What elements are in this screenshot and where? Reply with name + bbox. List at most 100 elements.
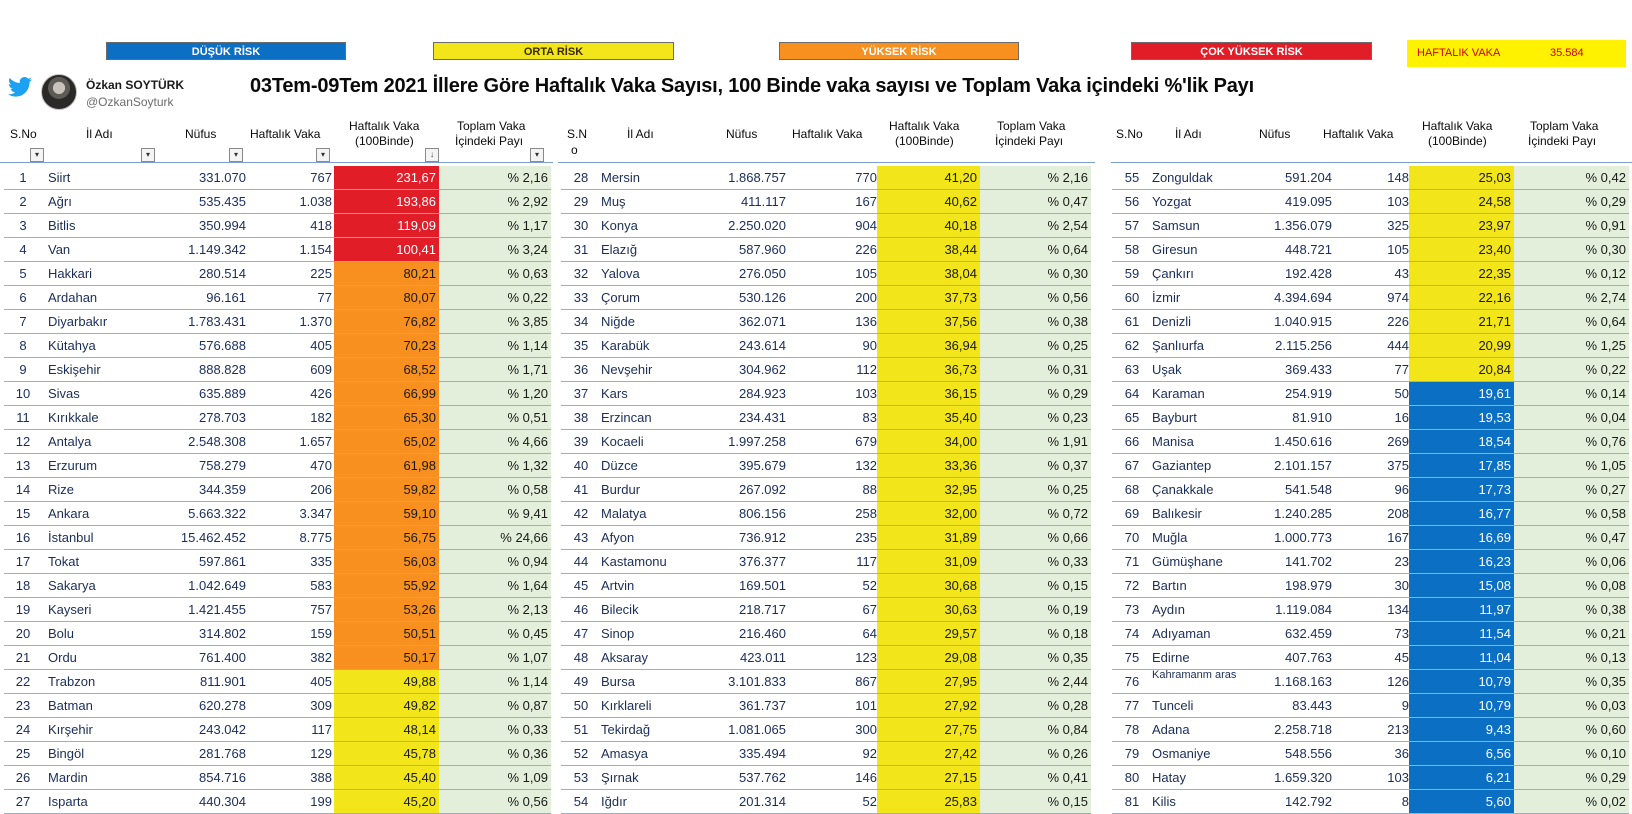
table-row[interactable]: 71 Gümüşhane 141.702 23 16,23% 0,06 <box>1112 550 1629 574</box>
filter-dropdown-icon[interactable]: ▾ <box>229 148 243 162</box>
table-row[interactable]: 21 Ordu 761.400 382 50,17% 1,07 <box>4 646 551 670</box>
table-row[interactable]: 16 İstanbul 15.462.452 8.775 56,75% 24,66 <box>4 526 551 550</box>
table-row[interactable]: 25 Bingöl 281.768 129 45,78% 0,36 <box>4 742 551 766</box>
table-row[interactable]: 26 Mardin 854.716 388 45,40% 1,09 <box>4 766 551 790</box>
table-row[interactable]: 74 Adıyaman 632.459 73 11,54% 0,21 <box>1112 622 1629 646</box>
province-name: Van <box>48 242 71 257</box>
table-row[interactable]: 35 Karabük 243.614 90 36,94% 0,25 <box>561 334 1091 358</box>
table-row[interactable]: 31 Elazığ 587.960 226 38,44% 0,64 <box>561 238 1091 262</box>
table-row[interactable]: 52 Amasya 335.494 92 27,42% 0,26 <box>561 742 1091 766</box>
table-row[interactable]: 6 Ardahan 96.161 77 80,07% 0,22 <box>4 286 551 310</box>
table-row[interactable]: 51 Tekirdağ 1.081.065 300 27,75% 0,84 <box>561 718 1091 742</box>
table-row[interactable]: 65 Bayburt 81.910 16 19,53% 0,04 <box>1112 406 1629 430</box>
table-row[interactable]: 1 Siirt 331.070 767 231,67% 2,16 <box>4 166 551 190</box>
table-row[interactable]: 29 Muş 411.117 167 40,62% 0,47 <box>561 190 1091 214</box>
table-row[interactable]: 40 Düzce 395.679 132 33,36% 0,37 <box>561 454 1091 478</box>
table-row[interactable]: 5 Hakkari 280.514 225 80,21% 0,63 <box>4 262 551 286</box>
table-row[interactable]: 14 Rize 344.359 206 59,82% 0,58 <box>4 478 551 502</box>
row-number: 15 <box>15 506 31 521</box>
table-row[interactable]: 27 Isparta 440.304 199 45,20% 0,56 <box>4 790 551 814</box>
table-row[interactable]: 8 Kütahya 576.688 405 70,23% 1,14 <box>4 334 551 358</box>
table-row[interactable]: 53 Şırnak 537.762 146 27,15% 0,41 <box>561 766 1091 790</box>
table-row[interactable]: 13 Erzurum 758.279 470 61,98% 1,32 <box>4 454 551 478</box>
table-row[interactable]: 57 Samsun 1.356.079 325 23,97% 0,91 <box>1112 214 1629 238</box>
table-row[interactable]: 72 Bartın 198.979 30 15,08% 0,08 <box>1112 574 1629 598</box>
table-row[interactable]: 38 Erzincan 234.431 83 35,40% 0,23 <box>561 406 1091 430</box>
filter-dropdown-icon[interactable]: ▾ <box>530 148 544 162</box>
table-row[interactable]: 11 Kırıkkale 278.703 182 65,30% 0,51 <box>4 406 551 430</box>
weekly-cases: 226 <box>855 242 877 257</box>
table-row[interactable]: 17 Tokat 597.861 335 56,03% 0,94 <box>4 550 551 574</box>
table-row[interactable]: 43 Afyon 736.912 235 31,89% 0,66 <box>561 526 1091 550</box>
table-row[interactable]: 50 Kırklareli 361.737 101 27,92% 0,28 <box>561 694 1091 718</box>
table-row[interactable]: 46 Bilecik 218.717 67 30,63% 0,19 <box>561 598 1091 622</box>
weekly-cases: 52 <box>862 578 877 593</box>
table-row[interactable]: 34 Niğde 362.071 136 37,56% 0,38 <box>561 310 1091 334</box>
table-row[interactable]: 68 Çanakkale 541.548 96 17,73% 0,27 <box>1112 478 1629 502</box>
table-row[interactable]: 69 Balıkesir 1.240.285 208 16,77% 0,58 <box>1112 502 1629 526</box>
table-row[interactable]: 75 Edirne 407.763 45 11,04% 0,13 <box>1112 646 1629 670</box>
table-row[interactable]: 33 Çorum 530.126 200 37,73% 0,56 <box>561 286 1091 310</box>
table-row[interactable]: 44 Kastamonu 376.377 117 31,09% 0,33 <box>561 550 1091 574</box>
table-row[interactable]: 45 Artvin 169.501 52 30,68% 0,15 <box>561 574 1091 598</box>
table-row[interactable]: 54 Iğdır 201.314 52 25,83% 0,15 <box>561 790 1091 814</box>
table-row[interactable]: 32 Yalova 276.050 105 38,04% 0,30 <box>561 262 1091 286</box>
table-row[interactable]: 76 Kahramanm aras 1.168.163 126 10,79% 0,35 <box>1112 670 1629 694</box>
table-row[interactable]: 37 Kars 284.923 103 36,15% 0,29 <box>561 382 1091 406</box>
weekly-cases: 50 <box>1394 386 1409 401</box>
table-row[interactable]: 61 Denizli 1.040.915 226 21,71% 0,64 <box>1112 310 1629 334</box>
table-row[interactable]: 62 Şanlıurfa 2.115.256 444 20,99% 1,25 <box>1112 334 1629 358</box>
population: 2.258.718 <box>1274 722 1332 737</box>
table-row[interactable]: 24 Kırşehir 243.042 117 48,14% 0,33 <box>4 718 551 742</box>
weekly-case-value: 35.584 <box>1550 47 1584 59</box>
table-row[interactable]: 15 Ankara 5.663.322 3.347 59,10% 9,41 <box>4 502 551 526</box>
table-row[interactable]: 36 Nevşehir 304.962 112 36,73% 0,31 <box>561 358 1091 382</box>
table-row[interactable]: 47 Sinop 216.460 64 29,57% 0,18 <box>561 622 1091 646</box>
table-row[interactable]: 20 Bolu 314.802 159 50,51% 0,45 <box>4 622 551 646</box>
table-row[interactable]: 55 Zonguldak 591.204 148 25,03% 0,42 <box>1112 166 1629 190</box>
table-row[interactable]: 66 Manisa 1.450.616 269 18,54% 0,76 <box>1112 430 1629 454</box>
table-row[interactable]: 30 Konya 2.250.020 904 40,18% 2,54 <box>561 214 1091 238</box>
table-row[interactable]: 12 Antalya 2.548.308 1.657 65,02% 4,66 <box>4 430 551 454</box>
table-row[interactable]: 49 Bursa 3.101.833 867 27,95% 2,44 <box>561 670 1091 694</box>
table-row[interactable]: 48 Aksaray 423.011 123 29,08% 0,35 <box>561 646 1091 670</box>
population: 736.912 <box>739 530 786 545</box>
table-row[interactable]: 79 Osmaniye 548.556 36 6,56% 0,10 <box>1112 742 1629 766</box>
table-row[interactable]: 3 Bitlis 350.994 418 119,09% 1,17 <box>4 214 551 238</box>
cases-per-100k: 55,92 <box>334 574 439 597</box>
table-row[interactable]: 41 Burdur 267.092 88 32,95% 0,25 <box>561 478 1091 502</box>
table-row[interactable]: 23 Batman 620.278 309 49,82% 0,87 <box>4 694 551 718</box>
share-of-total: % 0,08 <box>1514 574 1629 597</box>
table-row[interactable]: 2 Ağrı 535.435 1.038 193,86% 2,92 <box>4 190 551 214</box>
filter-dropdown-icon[interactable]: ▾ <box>316 148 330 162</box>
table-row[interactable]: 7 Diyarbakır 1.783.431 1.370 76,82% 3,85 <box>4 310 551 334</box>
table-row[interactable]: 22 Trabzon 811.901 405 49,88% 1,14 <box>4 670 551 694</box>
table-row[interactable]: 42 Malatya 806.156 258 32,00% 0,72 <box>561 502 1091 526</box>
table-row[interactable]: 78 Adana 2.258.718 213 9,43% 0,60 <box>1112 718 1629 742</box>
table-row[interactable]: 64 Karaman 254.919 50 19,61% 0,14 <box>1112 382 1629 406</box>
table-row[interactable]: 39 Kocaeli 1.997.258 679 34,00% 1,91 <box>561 430 1091 454</box>
table-row[interactable]: 58 Giresun 448.721 105 23,40% 0,30 <box>1112 238 1629 262</box>
table-row[interactable]: 81 Kilis 142.792 8 5,60% 0,02 <box>1112 790 1629 814</box>
table-row[interactable]: 18 Sakarya 1.042.649 583 55,92% 1,64 <box>4 574 551 598</box>
table-row[interactable]: 77 Tunceli 83.443 9 10,79% 0,03 <box>1112 694 1629 718</box>
table-row[interactable]: 70 Muğla 1.000.773 167 16,69% 0,47 <box>1112 526 1629 550</box>
table-row[interactable]: 19 Kayseri 1.421.455 757 53,26% 2,13 <box>4 598 551 622</box>
filter-dropdown-icon[interactable]: ↓ <box>425 148 439 162</box>
table-row[interactable]: 4 Van 1.149.342 1.154 100,41% 3,24 <box>4 238 551 262</box>
table-row[interactable]: 59 Çankırı 192.428 43 22,35% 0,12 <box>1112 262 1629 286</box>
table-row[interactable]: 67 Gaziantep 2.101.157 375 17,85% 1,05 <box>1112 454 1629 478</box>
table-row[interactable]: 28 Mersin 1.868.757 770 41,20% 2,16 <box>561 166 1091 190</box>
table-row[interactable]: 10 Sivas 635.889 426 66,99% 1,20 <box>4 382 551 406</box>
table-row[interactable]: 60 İzmir 4.394.694 974 22,16% 2,74 <box>1112 286 1629 310</box>
table-row[interactable]: 73 Aydın 1.119.084 134 11,97% 0,38 <box>1112 598 1629 622</box>
filter-dropdown-icon[interactable]: ▾ <box>141 148 155 162</box>
filter-dropdown-icon[interactable]: ▾ <box>30 148 44 162</box>
table-row[interactable]: 80 Hatay 1.659.320 103 6,21% 0,29 <box>1112 766 1629 790</box>
table-row[interactable]: 9 Eskişehir 888.828 609 68,52% 1,71 <box>4 358 551 382</box>
header-nufus: Nüfus <box>1259 127 1291 141</box>
population: 448.721 <box>1285 242 1332 257</box>
table-row[interactable]: 56 Yozgat 419.095 103 24,58% 0,29 <box>1112 190 1629 214</box>
share-of-total: % 0,66 <box>980 526 1091 549</box>
table-row[interactable]: 63 Uşak 369.433 77 20,84% 0,22 <box>1112 358 1629 382</box>
